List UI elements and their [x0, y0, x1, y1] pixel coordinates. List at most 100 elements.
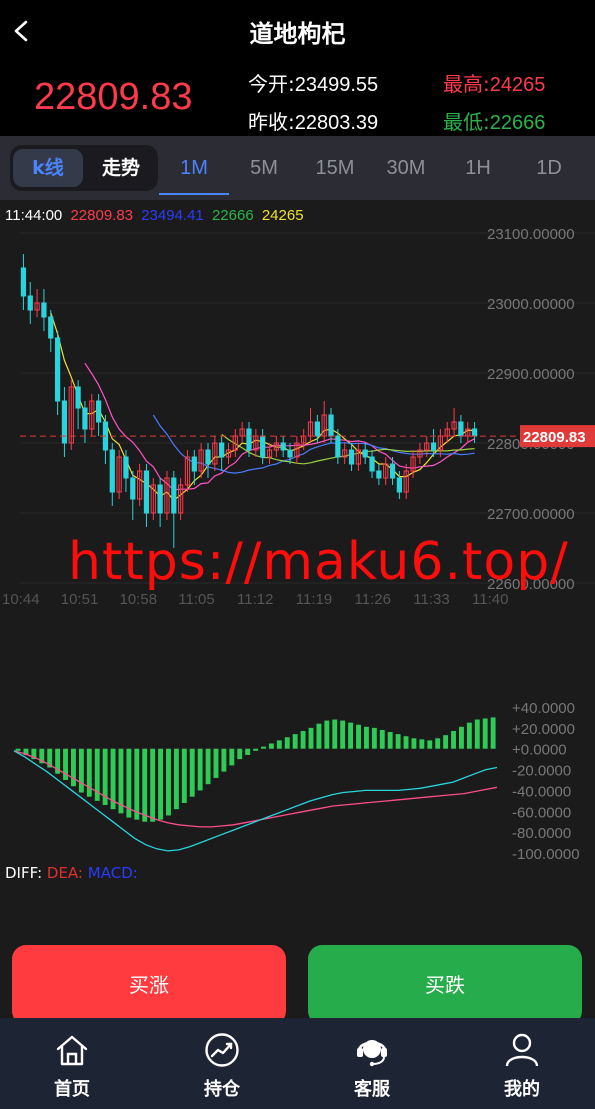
candle [280, 436, 286, 457]
home-icon [56, 1035, 88, 1066]
macd-legend-label: MACD: [87, 864, 138, 882]
timeframe-30m[interactable]: 30M [371, 136, 441, 196]
candle-body [20, 267, 27, 297]
candle-body [369, 456, 375, 472]
low-label: 最低: [443, 110, 490, 134]
macd-y-tick-label: -80.0000 [512, 825, 571, 842]
low-value: 22666 [489, 112, 546, 134]
candle [116, 450, 122, 499]
candle [109, 443, 115, 506]
timeframe-1h[interactable]: 1H [443, 136, 513, 196]
candle-body [219, 442, 225, 458]
macd-bar [213, 748, 219, 778]
candle [137, 464, 143, 506]
candle [205, 443, 211, 478]
candle [20, 254, 27, 310]
open-value: 23499.55 [294, 74, 379, 96]
x-tick-label: 10:58 [120, 591, 158, 608]
low-stat: 最低:22666 [443, 106, 545, 135]
macd-bar [205, 748, 211, 785]
candle [321, 401, 327, 443]
dea-legend: DEA: [46, 864, 83, 882]
candle [34, 289, 40, 317]
candle [355, 443, 361, 471]
macd-bar [451, 730, 456, 749]
macd-bar [363, 726, 369, 749]
macd-bar [15, 748, 21, 751]
macd-bar [490, 717, 496, 749]
candle-body [335, 435, 341, 458]
candle-body [191, 456, 197, 472]
macd-bar [300, 730, 306, 749]
macd-chart: +40.0000 +20.0000 +0.0000 -20.0000 -40.0000 -… [13, 700, 580, 860]
timeframe-1d[interactable]: 1D [514, 136, 584, 196]
macd-bar [237, 748, 243, 760]
candle-body [75, 386, 81, 409]
tabbar-home[interactable]: 首页 [12, 1018, 132, 1109]
candle-body [130, 477, 136, 500]
timeframe-15m[interactable]: 15M [300, 136, 370, 196]
candle-body [48, 316, 54, 339]
tab-kline[interactable]: k线 [13, 149, 83, 187]
macd-bar [253, 748, 259, 751]
candle-body [314, 421, 320, 437]
dea-line [13, 750, 498, 828]
ma-line [221, 433, 475, 465]
candle-body [171, 477, 177, 514]
macd-bar [134, 748, 140, 820]
high-value: 24265 [489, 74, 546, 96]
tabbar-home-label: 首页 [54, 1079, 90, 1100]
candle-body [205, 449, 211, 465]
macd-y-tick-label: -20.0000 [512, 763, 571, 780]
macd-bar [340, 720, 346, 749]
macd-bar [316, 723, 322, 749]
macd-bar [482, 718, 488, 749]
candle [219, 436, 225, 471]
macd-y-tick-label: -60.0000 [512, 804, 571, 821]
timeframe-5m[interactable]: 5M [229, 136, 299, 196]
candle [178, 478, 184, 520]
buy-down-button[interactable]: 买跌 [308, 945, 582, 1025]
candle-body [348, 449, 355, 465]
y-tick-label: 22700.00000 [487, 506, 575, 523]
tabbar-positions-label: 持仓 [204, 1079, 240, 1100]
x-tick-label: 11:05 [178, 591, 214, 608]
candle-body [376, 470, 382, 479]
macd-bar [221, 748, 227, 772]
macd-bar [458, 726, 464, 749]
candle [82, 401, 88, 443]
active-tab-indicator [159, 193, 229, 195]
buy-up-button[interactable]: 买涨 [12, 945, 286, 1025]
macd-bar [474, 719, 480, 749]
candle [150, 478, 156, 520]
tabbar-positions[interactable]: 持仓 [162, 1018, 282, 1109]
candle [362, 443, 368, 464]
macd-bar [284, 737, 290, 749]
macd-bar [173, 748, 179, 810]
macd-y-tick-label: -40.0000 [512, 783, 571, 800]
candle [342, 443, 348, 464]
macd-y-tick-label: -100.0000 [512, 846, 580, 860]
prev-close-stat: 昨收:22803.39 [248, 106, 378, 135]
candle-body [430, 442, 437, 451]
candle-body [82, 407, 88, 430]
candle-body [260, 435, 266, 458]
tab-trend[interactable]: 走势 [88, 149, 154, 187]
candle [294, 436, 300, 464]
tabbar-service[interactable]: 客服 [312, 1018, 432, 1109]
macd-bar [245, 748, 251, 755]
macd-bar [443, 735, 449, 749]
tabbar-mine[interactable]: 我的 [462, 1018, 582, 1109]
macd-bar [466, 722, 472, 749]
y-tick-label: 22900.00000 [487, 366, 575, 383]
x-tick-label: 10:44 [2, 591, 40, 608]
prev-close-label: 昨收: [248, 110, 295, 134]
macd-bar [181, 748, 187, 803]
timeframe-1m[interactable]: 1M [159, 136, 229, 196]
candle [465, 422, 471, 443]
macd-bar [403, 736, 409, 749]
candle [95, 394, 102, 436]
candle [157, 478, 163, 527]
candle [403, 464, 409, 499]
candle-body [27, 295, 33, 311]
